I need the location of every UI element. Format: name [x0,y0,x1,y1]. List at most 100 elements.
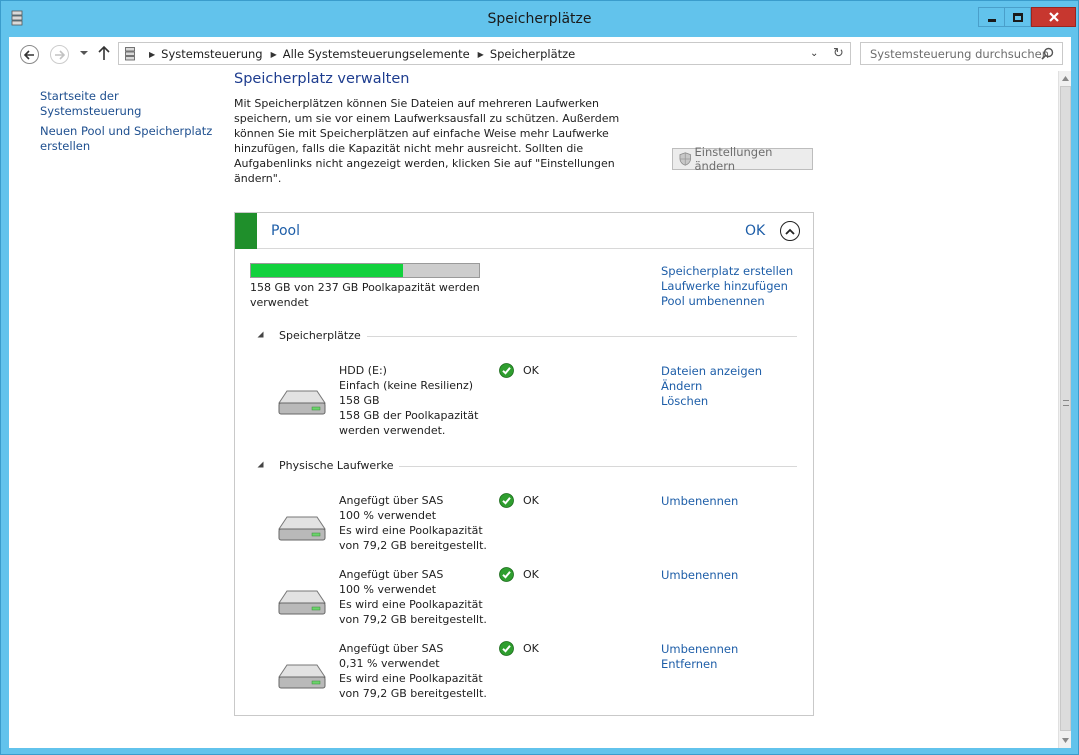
vertical-scrollbar[interactable] [1058,71,1071,748]
recent-locations-chevron-down-icon[interactable] [79,46,89,60]
drive-task-links: Umbenennen Entfernen [661,642,738,672]
breadcrumb-separator-icon[interactable]: ▶ [478,50,484,59]
pool-header[interactable]: Pool OK [235,213,813,249]
delete-space-link[interactable]: Löschen [661,394,762,409]
space-size: 158 GB [339,394,380,407]
pool-status: OK [745,223,766,239]
drive-usage: 0,31 % verwendet [339,657,440,670]
rename-drive-link[interactable]: Umbenennen [661,642,738,657]
space-task-links: Dateien anzeigen Ändern Löschen [661,364,762,409]
close-icon [1048,12,1059,22]
maximize-icon [1012,12,1023,22]
physical-drive-details: Angefügt über SAS 0,31 % verwendet Es wi… [339,641,489,701]
drive-status-label: OK [523,568,539,581]
breadcrumb-systemsteuerung[interactable]: Systemsteuerung [161,47,262,61]
pool-capacity-text: 158 GB von 237 GB Poolkapazität werden v… [250,281,480,309]
breadcrumb-separator-icon[interactable]: ▶ [149,50,155,59]
address-history-chevron-down-icon[interactable]: ⌄ [810,48,818,59]
storage-spaces-window: Speicherplätze ▶ Systemsteuerung ▶ Alle … [0,0,1079,755]
arrow-right-icon [55,49,65,60]
physical-drive-details: Angefügt über SAS 100 % verwendet Es wir… [339,493,489,553]
search-input[interactable]: Systemsteuerung durchsuchen [870,47,1049,61]
main-content: Speicherplatz verwalten Mit Speicherplät… [234,71,1058,748]
drive-connection: Angefügt über SAS [339,568,444,581]
pool-name: Pool [271,223,300,239]
rename-drive-link[interactable]: Umbenennen [661,568,738,583]
expanded-triangle-icon [257,461,264,468]
add-drives-link[interactable]: Laufwerke hinzufügen [661,279,793,294]
drive-capacity-cont: von 79,2 GB bereitgestellt. [339,613,487,626]
title-bar[interactable]: Speicherplätze [1,1,1078,37]
space-status-label: OK [523,364,539,377]
view-files-link[interactable]: Dateien anzeigen [661,364,762,379]
sidebar-item-create-pool[interactable]: Neuen Pool und Speicherplatz erstellen [40,124,215,154]
sidebar-item-control-panel-home[interactable]: Startseite der Systemsteuerung [40,89,215,119]
minimize-button[interactable] [978,7,1005,27]
drive-capacity: Es wird eine Poolkapazität [339,598,483,611]
space-usage: 158 GB der Poolkapazität [339,409,479,422]
forward-button[interactable] [50,45,69,64]
rename-drive-link[interactable]: Umbenennen [661,494,738,509]
close-button[interactable] [1031,7,1076,27]
drive-connection: Angefügt über SAS [339,642,444,655]
page-title: Speicherplatz verwalten [234,71,410,87]
space-usage-cont: werden verwendet. [339,424,446,437]
hard-drive-icon [278,664,326,689]
hard-drive-icon [278,590,326,615]
intro-text: Mit Speicherplätzen können Sie Dateien a… [234,97,620,185]
change-settings-label: Einstellungen ändern [694,145,773,173]
breadcrumb-separator-icon[interactable]: ▶ [271,50,277,59]
drive-status: OK [499,567,539,582]
scroll-grip-icon [1063,400,1069,406]
spaces-section-label: Speicherplätze [279,329,367,342]
arrow-left-icon [24,49,34,60]
change-settings-button[interactable]: Einstellungen ändern [672,145,813,173]
window-title: Speicherplätze [487,11,592,27]
maximize-button[interactable] [1004,7,1031,27]
search-box[interactable]: Systemsteuerung durchsuchen [860,42,1063,65]
scroll-thumb[interactable] [1060,86,1071,731]
ok-check-icon [499,493,514,508]
breadcrumb-speicherplaetze[interactable]: Speicherplätze [490,47,575,61]
space-status: OK [499,363,539,378]
expanded-triangle-icon [257,331,264,338]
pool-task-links: Speicherplatz erstellen Laufwerke hinzuf… [661,264,793,309]
back-button[interactable] [20,45,39,64]
drive-status: OK [499,493,539,508]
pool-capacity-bar [250,263,480,278]
scroll-up-button[interactable] [1059,71,1072,86]
scroll-down-button[interactable] [1059,733,1072,748]
ok-check-icon [499,363,514,378]
breadcrumb: ▶ Systemsteuerung ▶ Alle Systemsteuerung… [145,47,575,61]
drive-status-label: OK [523,494,539,507]
drive-usage: 100 % verwendet [339,509,437,522]
breadcrumb-alle-elemente[interactable]: Alle Systemsteuerungselemente [283,47,470,61]
pool-capacity-bar-fill [251,264,404,277]
physical-drive-details: Angefügt über SAS 100 % verwendet Es wir… [339,567,489,627]
address-bar[interactable]: ▶ Systemsteuerung ▶ Alle Systemsteuerung… [118,42,851,65]
rename-pool-link[interactable]: Pool umbenennen [661,294,793,309]
drive-capacity-cont: von 79,2 GB bereitgestellt. [339,687,487,700]
refresh-icon[interactable]: ↻ [833,46,844,61]
drives-section-header[interactable]: Physische Laufwerke [257,459,797,475]
ok-check-icon [499,567,514,582]
minimize-icon [987,18,996,22]
collapse-chevron-up-icon[interactable] [780,221,800,241]
drive-status-label: OK [523,642,539,655]
control-panel-icon [125,47,135,61]
arrow-up-icon[interactable] [97,45,111,61]
change-space-link[interactable]: Ändern [661,379,762,394]
scroll-up-arrow-icon [1062,76,1069,81]
hard-drive-icon [278,516,326,541]
scroll-down-arrow-icon [1062,738,1069,743]
create-space-link[interactable]: Speicherplatz erstellen [661,264,793,279]
ok-check-icon [499,641,514,656]
client-area: ▶ Systemsteuerung ▶ Alle Systemsteuerung… [9,37,1071,748]
remove-drive-link[interactable]: Entfernen [661,657,738,672]
pool-status-stripe [235,213,257,249]
drive-connection: Angefügt über SAS [339,494,444,507]
spaces-section-header[interactable]: Speicherplätze [257,329,797,345]
drive-usage: 100 % verwendet [339,583,437,596]
search-icon[interactable] [1041,47,1054,60]
drive-task-links: Umbenennen [661,494,738,509]
